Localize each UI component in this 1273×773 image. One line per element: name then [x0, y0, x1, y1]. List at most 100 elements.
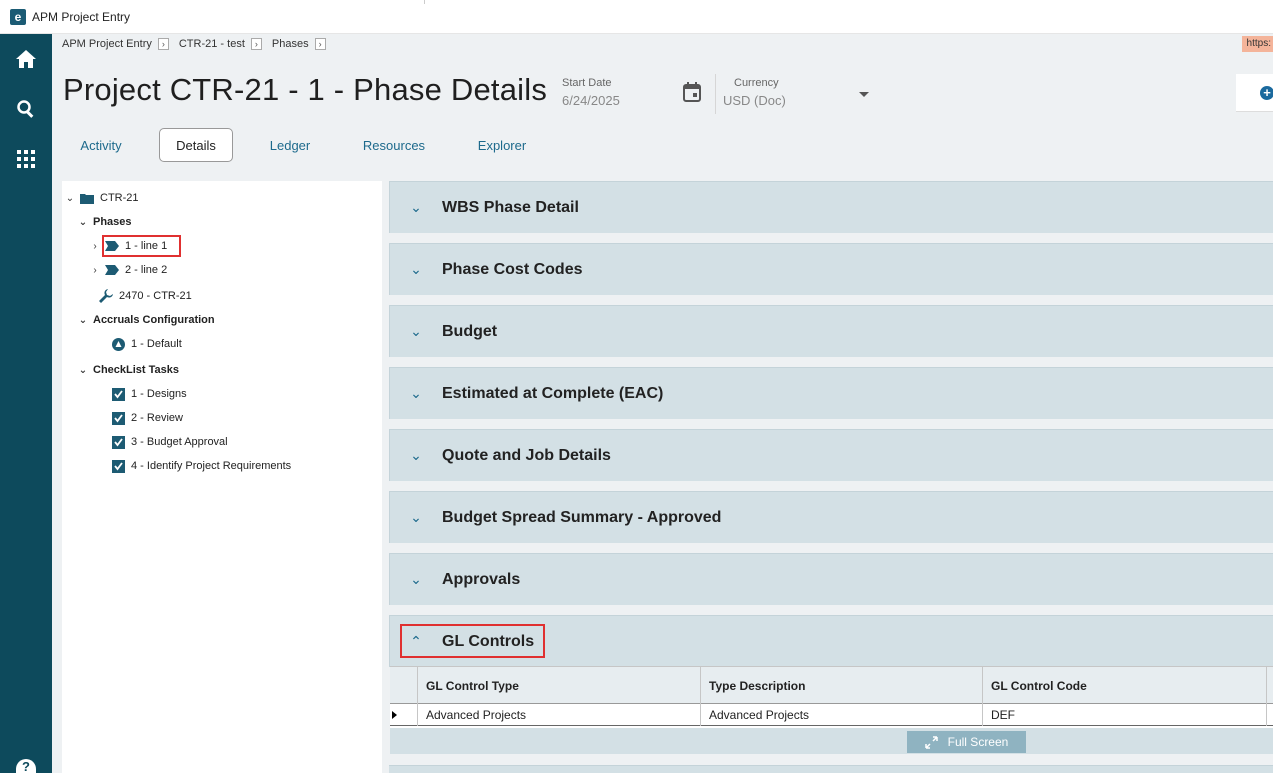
- add-button[interactable]: +: [1236, 74, 1273, 112]
- tree-node-phases[interactable]: ⌄ Phases: [77, 213, 132, 231]
- tree-node-root[interactable]: ⌄ CTR-21: [64, 189, 139, 207]
- grid-footer: Full Screen: [390, 728, 1273, 754]
- tab-resources[interactable]: Resources: [352, 128, 436, 162]
- column-header[interactable]: GL Control Code: [982, 667, 1266, 705]
- current-row-indicator-icon: [392, 711, 397, 719]
- tab-ledger[interactable]: Ledger: [258, 128, 322, 162]
- breadcrumb-label: APM Project Entry: [62, 38, 152, 50]
- chevron-right-icon[interactable]: ›: [89, 241, 101, 252]
- tree-node-label: 2470 - CTR-21: [119, 290, 192, 302]
- chevron-down-icon[interactable]: ⌄: [77, 315, 89, 326]
- table-row[interactable]: Advanced Projects Advanced Projects DEF: [390, 704, 1273, 726]
- chevron-right-icon[interactable]: ›: [157, 38, 169, 50]
- tab-details[interactable]: Details: [159, 128, 233, 162]
- tree-node-task[interactable]: 1 - Designs: [112, 385, 187, 403]
- chevron-right-icon[interactable]: ›: [89, 265, 101, 276]
- full-screen-label: Full Screen: [947, 735, 1009, 749]
- breadcrumb-item[interactable]: Phases ›: [272, 38, 326, 50]
- tree-node-tool[interactable]: 2470 - CTR-21: [99, 287, 192, 305]
- section-title: Phase Cost Codes: [442, 260, 583, 278]
- help-icon[interactable]: ?: [16, 759, 36, 773]
- tree-node-label: 1 - Default: [131, 338, 182, 350]
- chevron-down-icon[interactable]: ⌄: [390, 261, 442, 278]
- search-button[interactable]: [0, 84, 52, 134]
- calendar-icon[interactable]: [683, 82, 701, 102]
- chevron-down-icon[interactable]: ⌄: [390, 571, 442, 588]
- home-button[interactable]: [0, 34, 52, 84]
- tree-node-label: 4 - Identify Project Requirements: [131, 460, 292, 472]
- chevron-down-icon[interactable]: ⌄: [390, 447, 442, 464]
- full-screen-button[interactable]: Full Screen: [907, 731, 1026, 753]
- chevron-down-icon[interactable]: ⌄: [77, 217, 89, 228]
- wrench-icon: [99, 289, 113, 303]
- section-quote-job-details[interactable]: ⌄ Quote and Job Details: [389, 429, 1273, 481]
- chevron-down-icon[interactable]: ⌄: [390, 323, 442, 340]
- column-header[interactable]: GL Control Type: [417, 667, 700, 705]
- chevron-down-icon[interactable]: ⌄: [77, 365, 89, 376]
- section-wbs-phase-detail[interactable]: ⌄ WBS Phase Detail: [389, 181, 1273, 233]
- page-title: Project CTR-21 - 1 - Phase Details: [63, 72, 548, 107]
- tree-node-task[interactable]: 3 - Budget Approval: [112, 433, 228, 451]
- tree-node-phase[interactable]: › 2 - line 2: [89, 261, 167, 279]
- expand-icon: [924, 735, 938, 749]
- tree-node-label: 3 - Budget Approval: [131, 436, 228, 448]
- breadcrumb-label: Phases: [271, 38, 309, 50]
- clipboard-check-icon: [112, 459, 125, 473]
- chevron-right-icon[interactable]: ›: [314, 38, 326, 50]
- chevron-down-icon[interactable]: ⌄: [390, 385, 442, 402]
- phase-tag-icon: [105, 265, 119, 275]
- section-approvals[interactable]: ⌄ Approvals: [389, 553, 1273, 605]
- main-content: APM Project Entry › CTR-21 - test › Phas…: [52, 34, 1273, 773]
- left-nav-rail: ?: [0, 34, 52, 773]
- section-highlight: [400, 624, 545, 658]
- currency-value[interactable]: USD (Doc): [723, 93, 786, 108]
- clipboard-check-icon: [112, 435, 125, 449]
- breadcrumb-label: CTR-21 - test: [178, 38, 245, 50]
- section-phase-cost-codes[interactable]: ⌄ Phase Cost Codes: [389, 243, 1273, 295]
- chevron-right-icon[interactable]: ›: [250, 38, 262, 50]
- section-accordion: ⌄ WBS Phase Detail ⌄ Phase Cost Codes ⌄ …: [389, 181, 1273, 773]
- tree-node-accruals[interactable]: ⌄ Accruals Configuration: [77, 311, 215, 329]
- start-date-value[interactable]: 6/24/2025: [562, 93, 620, 108]
- section-budget[interactable]: ⌄ Budget: [389, 305, 1273, 357]
- section-eac[interactable]: ⌄ Estimated at Complete (EAC): [389, 367, 1273, 419]
- tree-node-label: CTR-21: [100, 192, 139, 204]
- tree-node-label: 2 - Review: [131, 412, 183, 424]
- table-cell[interactable]: Advanced Projects: [700, 704, 982, 726]
- next-section-edge: [389, 765, 1273, 773]
- tree-node-checklist[interactable]: ⌄ CheckList Tasks: [77, 361, 179, 379]
- url-badge: https:: [1241, 36, 1273, 52]
- column-header-filler: [1266, 667, 1273, 705]
- table-cell[interactable]: DEF: [982, 704, 1266, 726]
- section-budget-spread-summary[interactable]: ⌄ Budget Spread Summary - Approved: [389, 491, 1273, 543]
- start-date-label: Start Date: [562, 77, 612, 89]
- chevron-down-icon[interactable]: ⌄: [64, 193, 76, 204]
- tree-node-label: CheckList Tasks: [93, 364, 180, 376]
- chevron-down-icon[interactable]: [859, 92, 869, 97]
- tab-explorer[interactable]: Explorer: [464, 128, 540, 162]
- tree-node-label: 1 - Designs: [131, 388, 187, 400]
- home-icon: [16, 50, 36, 68]
- table-cell[interactable]: Advanced Projects: [417, 704, 700, 726]
- row-selector-header: [390, 667, 417, 705]
- chevron-down-icon[interactable]: ⌄: [390, 509, 442, 526]
- column-header[interactable]: Type Description: [700, 667, 982, 705]
- chevron-down-icon[interactable]: ⌄: [390, 199, 442, 216]
- plus-circle-icon: +: [1260, 85, 1273, 100]
- header-divider: [715, 74, 716, 114]
- accrual-config-icon: [112, 337, 125, 351]
- tree-node-label: 2 - line 2: [125, 264, 168, 276]
- apps-button[interactable]: [0, 134, 52, 184]
- currency-label: Currency: [734, 77, 779, 89]
- tree-node-task[interactable]: 4 - Identify Project Requirements: [112, 457, 291, 475]
- grid-header: GL Control Type Type Description GL Cont…: [390, 666, 1273, 705]
- folder-icon: [80, 193, 94, 204]
- search-icon: [17, 100, 34, 118]
- breadcrumb-item[interactable]: APM Project Entry ›: [62, 38, 169, 50]
- breadcrumb-item[interactable]: CTR-21 - test ›: [179, 38, 262, 50]
- tree-node-task[interactable]: 2 - Review: [112, 409, 183, 427]
- tab-activity[interactable]: Activity: [65, 128, 137, 162]
- section-title: Estimated at Complete (EAC): [442, 384, 664, 402]
- table-cell-filler: [1266, 704, 1273, 726]
- tree-node-accrual[interactable]: 1 - Default: [112, 335, 182, 353]
